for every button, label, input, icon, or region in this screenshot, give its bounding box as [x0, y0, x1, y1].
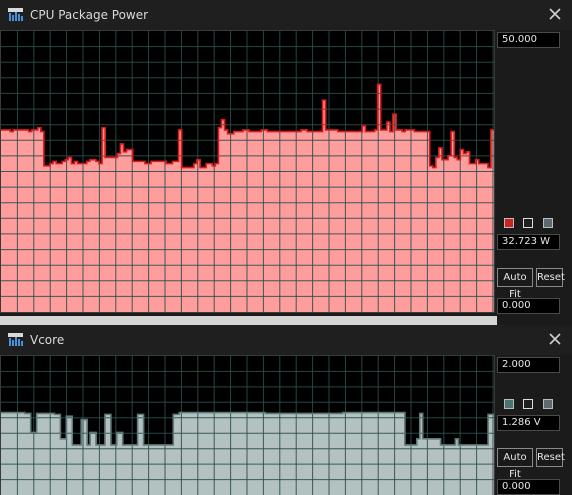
close-icon[interactable]	[546, 330, 564, 348]
max-scale-field[interactable]: 50.000	[497, 32, 560, 48]
power-graph	[0, 30, 495, 313]
window-titlebar[interactable]: CPU Package Power	[0, 0, 572, 30]
vcore-chart	[1, 356, 494, 495]
color-swatch-active[interactable]	[504, 399, 514, 409]
cpu-package-power-window: CPU Package Power 50.000 32.723 W Auto F…	[0, 0, 572, 318]
auto-fit-button[interactable]: Auto Fit	[497, 268, 533, 300]
vcore-graph	[0, 355, 495, 495]
reset-button[interactable]: Reset	[536, 448, 565, 467]
window-title: Vcore	[30, 333, 65, 347]
vcore-window: Vcore 2.000 1.286 V Auto Fit Reset 0.000	[0, 325, 572, 495]
background-window-strip	[0, 316, 497, 325]
color-swatch-empty[interactable]	[523, 399, 533, 409]
close-icon[interactable]	[546, 5, 564, 23]
auto-fit-button[interactable]: Auto Fit	[497, 448, 533, 480]
window-title: CPU Package Power	[30, 8, 149, 22]
current-value-field: 1.286 V	[497, 415, 560, 431]
color-swatch-grey[interactable]	[543, 399, 553, 409]
app-icon	[8, 333, 23, 346]
min-scale-field[interactable]: 0.000	[497, 298, 560, 314]
current-value-field: 32.723 W	[497, 234, 560, 250]
power-side-panel: 50.000 32.723 W Auto Fit Reset 0.000	[497, 30, 572, 318]
min-scale-field[interactable]: 0.000	[497, 479, 560, 495]
color-swatch-active[interactable]	[504, 218, 514, 228]
color-swatch-empty[interactable]	[523, 218, 533, 228]
app-icon	[8, 8, 23, 21]
power-chart	[1, 31, 494, 312]
color-swatch-grey[interactable]	[543, 218, 553, 228]
vcore-side-panel: 2.000 1.286 V Auto Fit Reset 0.000	[497, 355, 572, 495]
max-scale-field[interactable]: 2.000	[497, 357, 560, 373]
reset-button[interactable]: Reset	[536, 268, 565, 287]
window-titlebar[interactable]: Vcore	[0, 325, 572, 355]
